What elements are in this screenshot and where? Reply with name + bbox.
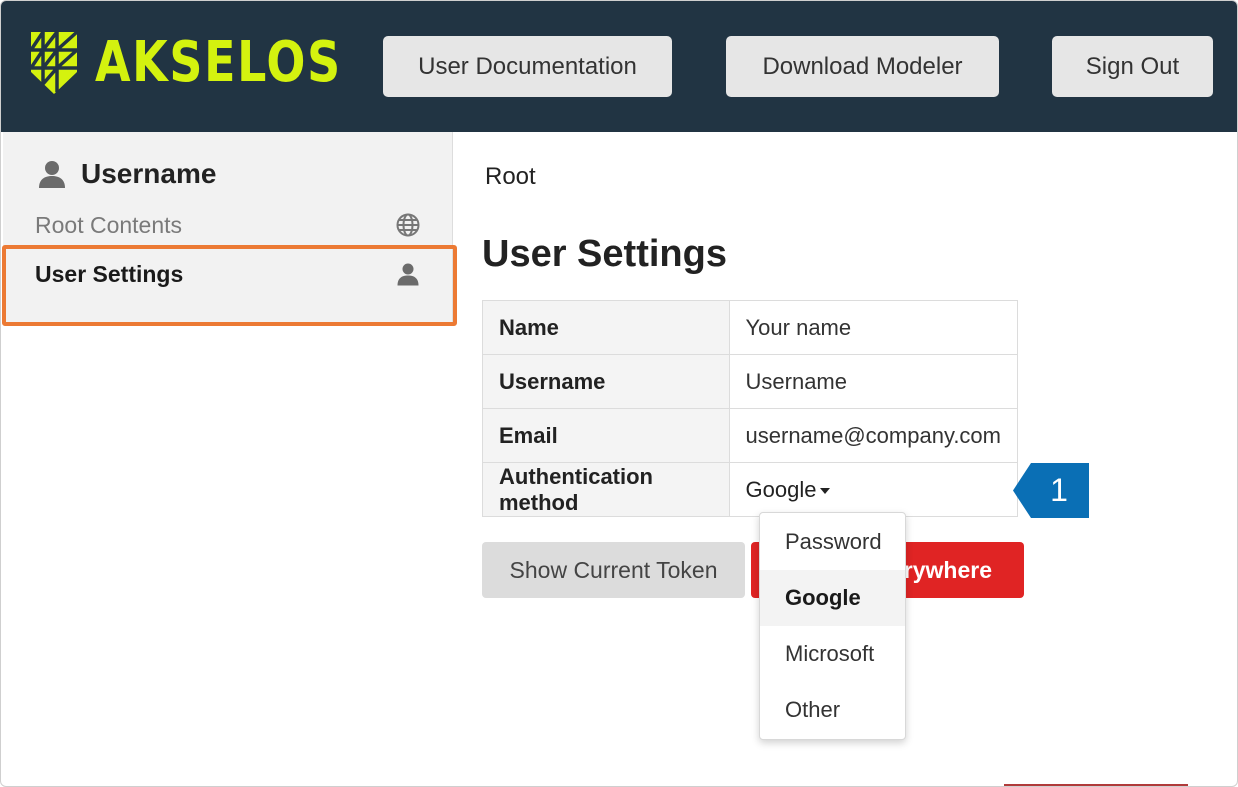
show-current-token-button[interactable]: Show Current Token — [482, 542, 745, 598]
sign-out-button[interactable]: Sign Out — [1052, 36, 1213, 97]
top-header: AKSELOS User Documentation Download Mode… — [1, 1, 1237, 132]
breadcrumb[interactable]: Root — [485, 163, 536, 191]
auth-method-dropdown-toggle[interactable]: Google — [746, 477, 831, 503]
auth-method-value: Google — [745, 476, 817, 502]
username-label: Username — [482, 354, 730, 409]
sidebar-username: Username — [81, 158, 217, 189]
caret-down-icon — [820, 487, 831, 494]
callout-number: 1 — [1050, 472, 1068, 508]
name-value: Your name — [745, 314, 852, 340]
user-icon — [39, 161, 65, 188]
selected-item-highlight — [2, 245, 457, 326]
sidebar-item-label: Root Contents — [35, 211, 183, 238]
table-row: Authentication method Google — [482, 462, 1018, 517]
dropdown-option-microsoft[interactable]: Microsoft — [760, 626, 905, 682]
app-window: AKSELOS User Documentation Download Mode… — [0, 0, 1238, 787]
shield-logo-icon — [29, 30, 79, 94]
brand-name: AKSELOS — [95, 30, 342, 95]
name-label: Name — [482, 300, 730, 355]
auth-method-cell: Google — [729, 462, 1018, 517]
user-documentation-button[interactable]: User Documentation — [383, 36, 672, 97]
table-row: Username Username — [482, 354, 1018, 409]
username-value: Username — [729, 354, 1018, 409]
table-row: Name Your name — [482, 300, 1018, 355]
email-label: Email — [482, 408, 730, 463]
user-settings-table: Name Your name Username Username Email u… — [482, 300, 1018, 517]
akselos-logo[interactable]: AKSELOS — [27, 28, 396, 98]
auth-method-label: Authentication method — [482, 462, 730, 517]
sidebar-item-root-contents[interactable]: Root Contents — [35, 208, 420, 242]
download-modeler-button[interactable]: Download Modeler — [726, 36, 999, 97]
dropdown-option-google[interactable]: Google — [760, 570, 905, 626]
auth-method-dropdown-menu: Password Google Microsoft Other — [759, 512, 906, 740]
sign-out-everywhere-label: erywhere — [890, 556, 992, 583]
globe-icon — [396, 213, 420, 237]
dropdown-option-password[interactable]: Password — [760, 514, 905, 570]
email-value: username@company.com — [729, 408, 1018, 463]
dropdown-option-other[interactable]: Other — [760, 682, 905, 738]
page-title: User Settings — [482, 233, 727, 275]
sidebar-user-header: Username — [37, 158, 216, 190]
table-row: Email username@company.com — [482, 408, 1018, 463]
